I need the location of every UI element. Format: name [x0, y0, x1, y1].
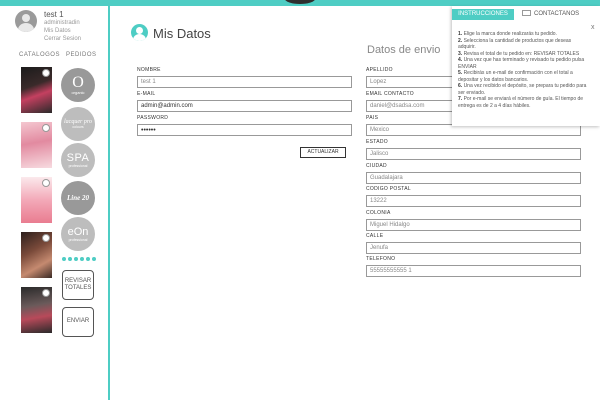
user-role: administradin — [44, 20, 80, 26]
instruction-step: 6. Una vez recibido el depósito, se prep… — [458, 83, 587, 96]
top-bar-knob — [285, 0, 315, 4]
brand-title: SPA — [66, 152, 90, 164]
catalog-thumbnail[interactable] — [21, 287, 52, 333]
codigo-postal-label: CODIGO POSTAL — [366, 186, 411, 192]
email-label: E-MAIL — [137, 91, 156, 97]
brand-title: O — [72, 73, 84, 91]
brand-title: eOn — [67, 226, 89, 238]
avatar — [15, 10, 37, 32]
nombre-label: NOMBRE — [137, 67, 161, 73]
brand-subtitle: professional — [68, 238, 88, 242]
brand-lacquer-button[interactable]: lacquer pro colours — [61, 107, 95, 141]
brand-organic-button[interactable]: O organic — [61, 68, 95, 102]
brand-subtitle: professional — [68, 164, 88, 168]
pedidos-heading: PEDIDOS — [66, 52, 97, 58]
estado-field[interactable]: Jalisco — [366, 148, 581, 160]
tab-contactanos[interactable]: CONTACTANOS — [522, 9, 584, 20]
instruction-step: 5. Recibirás un e-mail de confirmación c… — [458, 70, 573, 83]
page-title: Mis Datos — [153, 26, 211, 41]
catalogos-heading: CATALOGOS — [19, 52, 60, 58]
calle-field[interactable]: Jenufa — [366, 242, 581, 254]
calle-label: CALLE — [366, 233, 384, 239]
ciudad-label: CIUDAD — [366, 163, 387, 169]
instructions-list: 1. Elige la marca donde realizarás tu pe… — [458, 31, 588, 109]
nombre-field[interactable]: test 1 — [137, 76, 352, 88]
cerrar-sesion-link[interactable]: Cerrar Sesion — [44, 36, 81, 42]
revisar-totales-button[interactable]: REVISAR TOTALES — [62, 270, 94, 300]
catalog-thumbnail[interactable] — [21, 177, 52, 223]
user-name: test 1 — [44, 10, 64, 19]
estado-label: ESTADO — [366, 139, 388, 145]
telefono-label: TELEFONO — [366, 256, 396, 262]
instruction-step: 4. Una vez que has terminado y revisado … — [458, 57, 585, 70]
colonia-field[interactable]: Miguel Hidalgo — [366, 219, 581, 231]
ciudad-field[interactable]: Guadalajara — [366, 172, 581, 184]
mis-datos-link[interactable]: Mis Datos — [44, 28, 71, 34]
user-icon — [131, 24, 148, 41]
actualizar-button[interactable]: ACTUALIZAR — [300, 147, 346, 158]
enviar-button[interactable]: ENVIAR — [62, 307, 94, 337]
instruction-step: 7. Por e-mail se enviará el número de gu… — [458, 96, 584, 109]
codigo-postal-field[interactable]: 13222 — [366, 195, 581, 207]
brand-eon-button[interactable]: eOn professional — [61, 217, 95, 251]
password-field[interactable]: •••••• — [137, 124, 352, 136]
apellido-label: APELLIDO — [366, 67, 393, 73]
close-icon[interactable]: x — [591, 24, 595, 31]
brand-spa-button[interactable]: SPA professional — [61, 143, 95, 177]
brand-subtitle: colours — [72, 125, 84, 129]
envelope-icon — [522, 10, 531, 17]
pagination-dots[interactable] — [62, 257, 96, 261]
telefono-field[interactable]: 55555555555 1 — [366, 265, 581, 277]
colonia-label: COLONIA — [366, 210, 391, 216]
envio-title: Datos de envio — [367, 44, 441, 56]
pais-label: PAIS — [366, 115, 379, 121]
tab-contactanos-label: CONTACTANOS — [534, 11, 580, 17]
brand-title: Line 20 — [67, 194, 89, 202]
catalog-thumbnail[interactable] — [21, 67, 52, 113]
email-field[interactable]: admin@admin.com — [137, 100, 352, 112]
brand-subtitle: organic — [71, 89, 85, 95]
email-contacto-label: EMAIL CONTACTO — [366, 91, 415, 97]
instruction-step: 2. Selecciona la cantidad de productos q… — [458, 37, 572, 51]
password-label: PASSWORD — [137, 115, 169, 121]
sidebar-divider — [108, 6, 110, 400]
catalog-thumbnail[interactable] — [21, 232, 52, 278]
tab-instrucciones[interactable]: INSTRUCCIONES — [452, 9, 514, 20]
brand-line20-button[interactable]: Line 20 — [61, 181, 95, 215]
catalog-thumbnail[interactable] — [21, 122, 52, 168]
